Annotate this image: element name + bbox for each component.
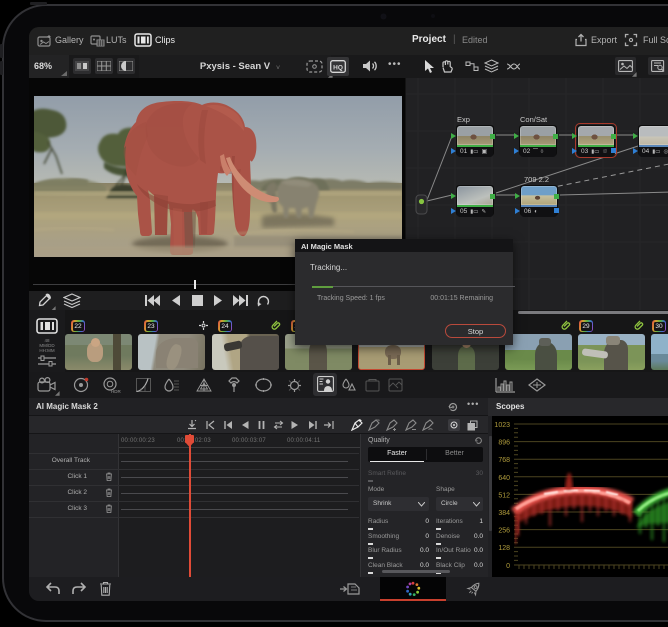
svg-text:Con/Sat: Con/Sat <box>520 115 548 124</box>
svg-text:640: 640 <box>498 475 510 482</box>
svg-text:1023: 1023 <box>494 422 510 429</box>
svg-text:HQ: HQ <box>333 65 343 72</box>
svg-text:HDR: HDR <box>111 389 121 394</box>
svg-text:Exp: Exp <box>457 115 470 124</box>
svg-text:896: 896 <box>498 440 510 447</box>
svg-text:709 2.2: 709 2.2 <box>524 175 549 184</box>
svg-text:128: 128 <box>498 545 510 552</box>
svg-text:256: 256 <box>498 528 510 535</box>
svg-text:384: 384 <box>498 510 510 517</box>
svg-text:768: 768 <box>498 457 510 464</box>
svg-text:0: 0 <box>506 563 510 570</box>
svg-text:512: 512 <box>498 492 510 499</box>
